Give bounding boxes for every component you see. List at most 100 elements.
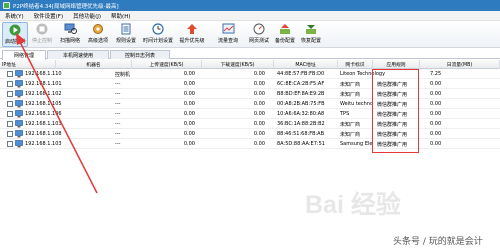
cell-ip: 192.168.1.105 bbox=[25, 101, 62, 107]
col-machine-name[interactable]: 机器名 bbox=[56, 60, 132, 69]
cell-upload: 0.00 bbox=[183, 91, 195, 97]
menu-software-settings[interactable]: 软件设置(F) bbox=[29, 12, 68, 20]
menu-other-functions[interactable]: 其他功能(J) bbox=[68, 12, 106, 20]
cell-nic: 未知厂商 bbox=[340, 121, 361, 128]
scan-network-button[interactable]: 扫描网络 bbox=[57, 22, 83, 47]
col-rule[interactable]: 应用规则 bbox=[373, 60, 420, 69]
menu-bar: 系统(Y) 软件设置(F) 其他功能(J) 帮助(H) bbox=[0, 11, 500, 21]
backup-config-button[interactable]: 备份配置 bbox=[272, 22, 298, 47]
cell-ip: 192.168.1.110 bbox=[25, 71, 62, 77]
web-test-button[interactable]: 网页测试 bbox=[246, 22, 272, 47]
cell-name: --- bbox=[115, 121, 121, 127]
restore-icon bbox=[304, 22, 319, 36]
menu-help[interactable]: 帮助(H) bbox=[106, 12, 135, 20]
cell-name: --- bbox=[115, 131, 121, 137]
cell-flow: 0.00 bbox=[430, 141, 442, 147]
stop-icon bbox=[35, 22, 50, 36]
col-ip[interactable]: IP地址 bbox=[0, 60, 56, 69]
row-checkbox[interactable] bbox=[7, 131, 13, 137]
toolbar: 启动控制 停止控制 扫描网络 高级选项 规则设置 时间计划设置 提升优先级 流量… bbox=[0, 21, 500, 48]
cell-mac: 00:A8:2B:AB:75:FB bbox=[277, 101, 325, 107]
col-upload-speed[interactable]: 上传速度(KB/S) bbox=[132, 60, 202, 69]
chart-icon bbox=[221, 22, 236, 36]
table-row[interactable]: 192.168.1.103 --- 0.00 0.00 36:BC:1A:88:… bbox=[0, 119, 500, 129]
cell-upload: 0.00 bbox=[183, 71, 195, 77]
cell-ip: 192.168.1.108 bbox=[25, 131, 62, 137]
cell-flow: 0.00 bbox=[430, 131, 442, 137]
table-row[interactable]: 192.168.1.103 --- 0.00 0.00 8A:5D:88:AA:… bbox=[0, 139, 500, 149]
start-control-button[interactable]: 启动控制 bbox=[2, 22, 28, 47]
cell-flow: 0.00 bbox=[430, 111, 442, 117]
cell-nic: 未知厂商 bbox=[340, 131, 361, 138]
cell-upload: 0.00 bbox=[183, 121, 195, 127]
grid-header: IP地址 机器名 上传速度(KB/S) 下载速度(KB/S) MAC地址 网卡标… bbox=[0, 60, 500, 69]
cell-ip: 192.168.1.102 bbox=[25, 91, 62, 97]
col-mac[interactable]: MAC地址 bbox=[274, 60, 338, 69]
computer-icon bbox=[15, 120, 23, 128]
computer-icon bbox=[15, 130, 23, 138]
cell-mac: 44:8E:57:FB:FB:D0 bbox=[277, 71, 325, 77]
col-daily-flow[interactable]: 日流量(MB) bbox=[420, 60, 500, 69]
scan-icon bbox=[63, 22, 78, 36]
cell-download: 0.00 bbox=[253, 101, 265, 107]
row-checkbox[interactable] bbox=[7, 121, 13, 127]
priority-icon bbox=[185, 22, 200, 36]
row-checkbox[interactable] bbox=[7, 141, 13, 147]
cell-nic: Samsung Electronic... bbox=[340, 141, 373, 147]
row-checkbox[interactable] bbox=[7, 81, 13, 87]
tab-network-management[interactable]: 网络管理 bbox=[2, 50, 46, 60]
stop-control-button[interactable]: 停止控制 bbox=[29, 22, 55, 47]
computer-icon bbox=[15, 100, 23, 108]
cell-download: 0.00 bbox=[253, 121, 265, 127]
cell-upload: 0.00 bbox=[183, 101, 195, 107]
title-bar: P2P终结者4.34[局域网络管理优先级-最高] bbox=[0, 0, 500, 11]
cell-upload: 0.00 bbox=[183, 131, 195, 137]
table-row[interactable]: 192.168.1.101 --- 0.00 0.00 6C:8E:CA:2B:… bbox=[0, 79, 500, 89]
row-checkbox[interactable] bbox=[7, 71, 13, 77]
col-download-speed[interactable]: 下载速度(KB/S) bbox=[202, 60, 274, 69]
cell-nic: Weitu technology co bbox=[340, 101, 373, 107]
footer-credit: 头条号 / 玩的就是会计 bbox=[393, 237, 483, 247]
cell-name: --- bbox=[115, 141, 121, 147]
cell-download: 0.00 bbox=[253, 111, 265, 117]
cell-flow: 0.00 bbox=[430, 101, 442, 107]
table-row[interactable]: 192.168.1.108 --- 0.00 0.00 88:46:51:68:… bbox=[0, 129, 500, 139]
row-checkbox[interactable] bbox=[7, 101, 13, 107]
table-row[interactable]: 192.168.1.102 --- 0.00 0.00 B8:BD:EF:8A:… bbox=[0, 89, 500, 99]
table-row[interactable]: 192.168.1.110 控制机 0.00 0.00 44:8E:57:FB:… bbox=[0, 69, 500, 79]
schedule-settings-button[interactable]: 时间计划设置 bbox=[141, 22, 175, 47]
computer-icon bbox=[15, 90, 23, 98]
cell-upload: 0.00 bbox=[183, 141, 195, 147]
row-checkbox[interactable] bbox=[7, 111, 13, 117]
cell-flow: 0.00 bbox=[430, 81, 442, 87]
cell-name: --- bbox=[115, 111, 121, 117]
tab-control-log[interactable]: 控制日志列表 bbox=[110, 50, 170, 59]
cell-mac: B8:BD:EF:8A:E9:2B bbox=[277, 91, 325, 97]
baidu-watermark: Bai 经验 bbox=[305, 191, 401, 219]
cell-nic: 未知厂商 bbox=[340, 91, 361, 98]
play-icon bbox=[8, 23, 23, 37]
menu-system[interactable]: 系统(Y) bbox=[0, 12, 29, 20]
gauge-icon bbox=[252, 22, 267, 36]
cell-download: 0.00 bbox=[253, 81, 265, 87]
traffic-query-button[interactable]: 流量查询 bbox=[214, 22, 242, 47]
backup-icon bbox=[278, 22, 293, 36]
computer-icon bbox=[15, 110, 23, 118]
cell-ip: 192.168.1.106 bbox=[25, 111, 62, 117]
cell-ip: 192.168.1.103 bbox=[25, 141, 62, 147]
rule-highlight-box bbox=[372, 69, 419, 153]
raise-priority-button[interactable]: 提升优先级 bbox=[177, 22, 207, 47]
table-row[interactable]: 192.168.1.105 --- 0.00 0.00 00:A8:2B:AB:… bbox=[0, 99, 500, 109]
cell-nic: 未知厂商 bbox=[340, 81, 361, 88]
col-nic[interactable]: 网卡标识 bbox=[338, 60, 373, 69]
advanced-options-button[interactable]: 高级选项 bbox=[85, 22, 111, 47]
rule-settings-button[interactable]: 规则设置 bbox=[113, 22, 139, 47]
row-checkbox[interactable] bbox=[7, 91, 13, 97]
cell-flow: 0.00 bbox=[430, 91, 442, 97]
cell-name: --- bbox=[115, 81, 121, 87]
restore-config-button[interactable]: 恢复配置 bbox=[298, 22, 324, 47]
table-row[interactable]: 192.168.1.106 --- 0.00 0.00 10:A6:6A:32:… bbox=[0, 109, 500, 119]
tab-local-speed[interactable]: 本机网速使用 bbox=[47, 50, 109, 59]
cell-upload: 0.00 bbox=[183, 111, 195, 117]
cell-mac: 88:46:51:68:FB:AB bbox=[277, 131, 325, 137]
